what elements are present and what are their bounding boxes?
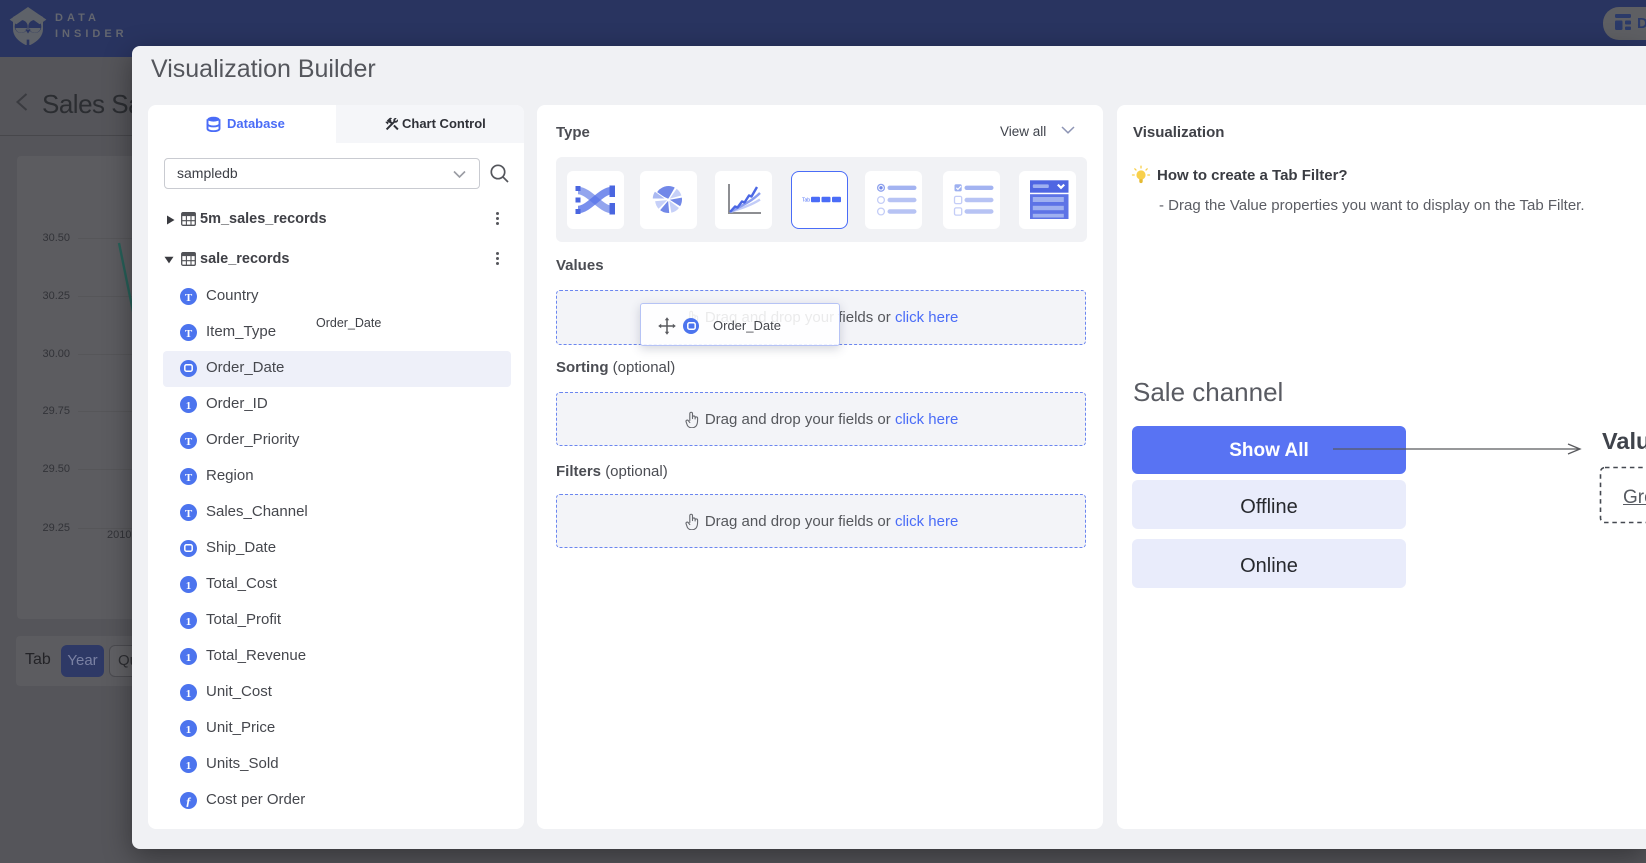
svg-text:Tab: Tab: [802, 198, 810, 204]
